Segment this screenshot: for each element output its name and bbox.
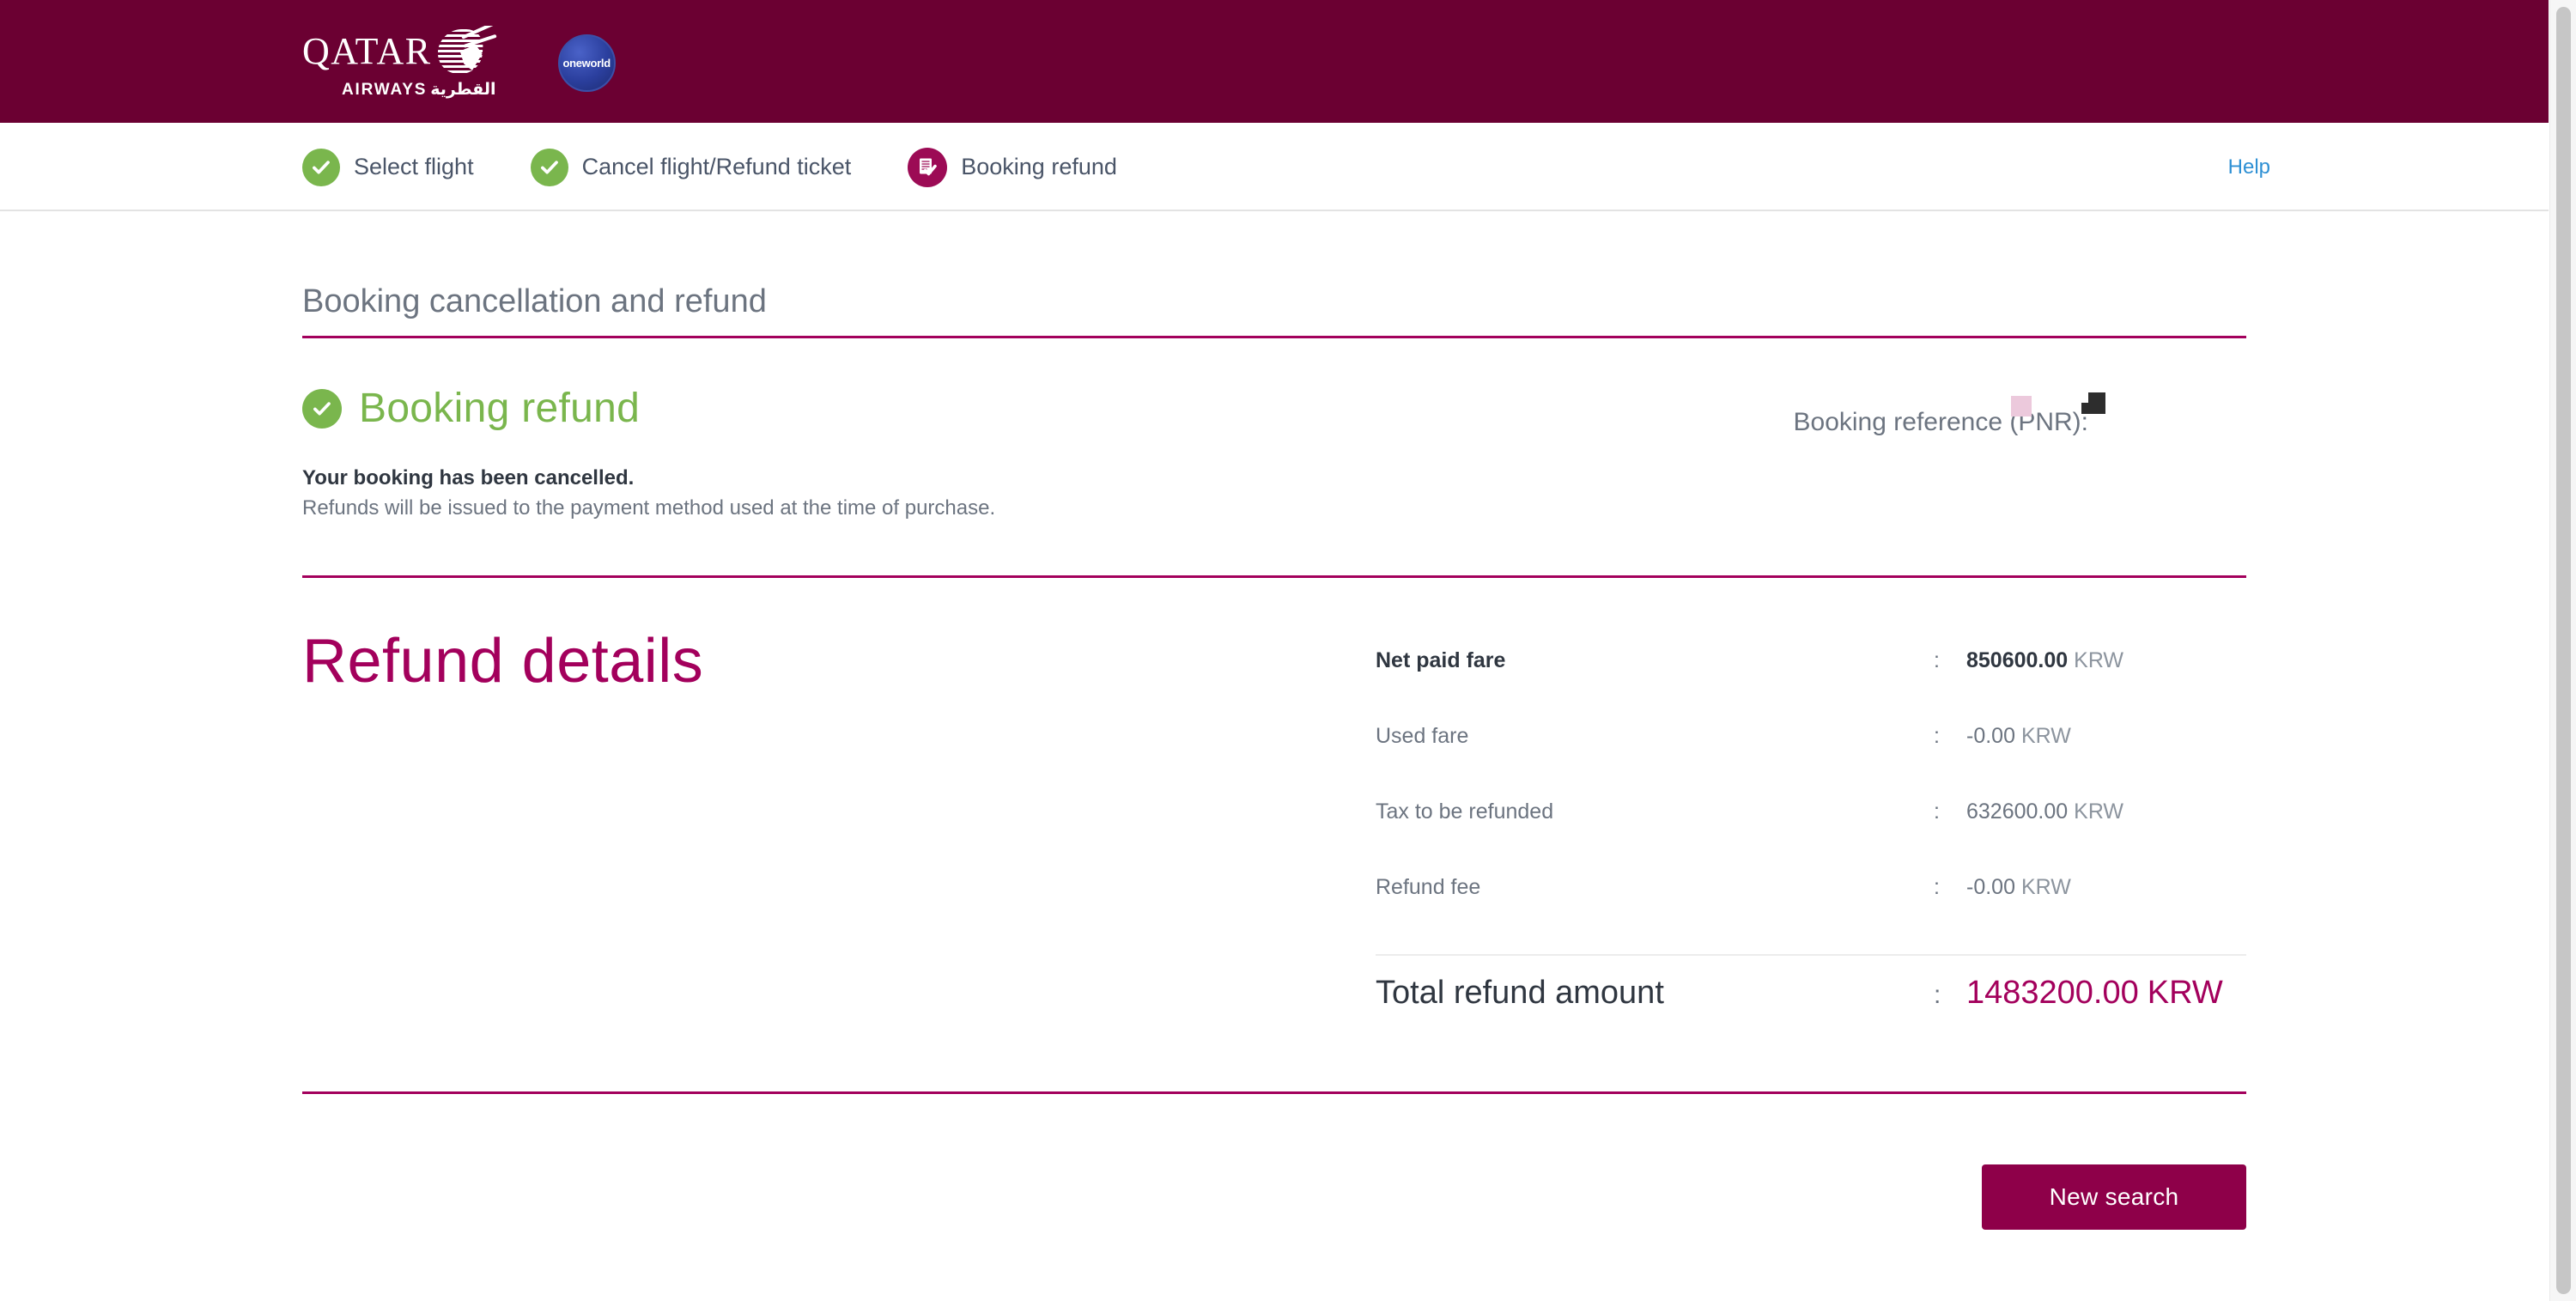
total-refund-separator: : bbox=[1934, 981, 1941, 1009]
table-row: Net paid fare : 850600.00 KRW bbox=[1376, 648, 2246, 724]
fare-row-value: 850600.00 KRW bbox=[1966, 648, 2123, 673]
refund-status-heading: Booking refund bbox=[302, 385, 995, 432]
fare-row-value: 632600.00 KRW bbox=[1966, 799, 2123, 824]
fare-row-separator: : bbox=[1934, 648, 1940, 672]
logo-wordmark: QATAR bbox=[302, 30, 432, 72]
step-select-flight[interactable]: Select flight bbox=[302, 148, 474, 186]
refund-breakdown-table: Net paid fare : 850600.00 KRW Used fare … bbox=[1376, 648, 2246, 1038]
step-booking-refund[interactable]: Booking refund bbox=[908, 147, 1117, 187]
fare-row-currency: KRW bbox=[2020, 724, 2071, 748]
refund-details-title: Refund details bbox=[302, 627, 704, 696]
fare-row-amount: -0.00 bbox=[1966, 875, 2015, 899]
refund-method-note: Refunds will be issued to the payment me… bbox=[302, 496, 996, 520]
scrollbar-thumb[interactable] bbox=[2556, 7, 2571, 1294]
table-row: Used fare : -0.00 KRW bbox=[1376, 724, 2246, 799]
main-content: Booking cancellation and refund Booking … bbox=[0, 283, 2549, 1230]
refund-details-section: Refund details Net paid fare : 850600.00… bbox=[302, 629, 2246, 1038]
booking-reference-label: Booking reference (PNR): bbox=[1793, 408, 2088, 436]
booking-reference-redaction bbox=[2081, 392, 2105, 414]
oneworld-label: oneworld bbox=[562, 56, 611, 70]
fare-row-label: Tax to be refunded bbox=[1376, 799, 1554, 824]
status-section-divider bbox=[302, 575, 2246, 578]
total-refund-amount: 1483200.00 bbox=[1966, 975, 2139, 1011]
fare-row-amount: -0.00 bbox=[1966, 724, 2015, 748]
progress-steps-list: Select flight Cancel flight/Refund ticke… bbox=[302, 123, 1174, 211]
table-row: Tax to be refunded : 632600.00 KRW bbox=[1376, 799, 2246, 875]
total-refund-currency: KRW bbox=[2147, 975, 2223, 1011]
step-label: Cancel flight/Refund ticket bbox=[581, 154, 852, 179]
fare-row-currency: KRW bbox=[2020, 875, 2071, 899]
page-title: Booking cancellation and refund bbox=[302, 283, 767, 319]
logo-group: QATAR AIRWAYS القطرية oneworld bbox=[302, 26, 616, 100]
new-search-button[interactable]: New search bbox=[1982, 1164, 2246, 1230]
title-divider bbox=[302, 336, 2246, 338]
bottom-divider bbox=[302, 1091, 2246, 1094]
logo-subtext: AIRWAYS bbox=[342, 81, 428, 99]
cancellation-confirmation-text: Your booking has been cancelled. bbox=[302, 466, 635, 489]
fare-row-separator: : bbox=[1934, 724, 1940, 748]
fare-row-separator: : bbox=[1934, 875, 1940, 899]
pink-square-artifact bbox=[2010, 396, 2032, 416]
fare-row-label: Net paid fare bbox=[1376, 648, 1506, 672]
fare-row-label: Refund fee bbox=[1376, 875, 1481, 899]
refund-status-block: Booking refund Your booking has been can… bbox=[302, 385, 995, 520]
logo-subtext-row: AIRWAYS القطرية bbox=[342, 80, 496, 100]
total-refund-value: 1483200.00 KRW bbox=[1966, 975, 2223, 1012]
fare-row-amount: 850600.00 bbox=[1966, 648, 2069, 672]
check-circle-icon bbox=[302, 388, 342, 429]
oryx-icon bbox=[437, 26, 501, 77]
oneworld-logo[interactable]: oneworld bbox=[557, 33, 616, 92]
check-circle-icon bbox=[530, 148, 568, 186]
footer-actions: New search bbox=[302, 1164, 2246, 1230]
fare-row-separator: : bbox=[1934, 799, 1940, 824]
fare-row-currency: KRW bbox=[2074, 648, 2124, 672]
total-refund-label: Total refund amount bbox=[1376, 975, 1664, 1011]
refund-status-row: Booking refund Your booking has been can… bbox=[302, 385, 2246, 520]
logo-wordmark-row: QATAR bbox=[302, 26, 501, 77]
document-check-icon bbox=[908, 147, 948, 187]
brand-header: QATAR AIRWAYS القطرية oneworld bbox=[0, 0, 2549, 123]
check-circle-icon bbox=[302, 148, 340, 186]
qatar-airways-logo[interactable]: QATAR AIRWAYS القطرية bbox=[302, 26, 501, 100]
refund-status-title: Booking refund bbox=[359, 386, 641, 431]
step-label: Select flight bbox=[354, 154, 474, 179]
page-scrollbar[interactable] bbox=[2549, 0, 2576, 1301]
refund-status-message: Your booking has been cancelled. Refunds… bbox=[302, 466, 995, 520]
fare-row-value: -0.00 KRW bbox=[1966, 724, 2071, 749]
browser-viewport: QATAR AIRWAYS القطرية oneworld Select fl… bbox=[0, 0, 2549, 1301]
step-label: Booking refund bbox=[961, 154, 1117, 179]
help-link[interactable]: Help bbox=[2228, 123, 2270, 211]
table-row: Refund fee : -0.00 KRW bbox=[1376, 875, 2246, 951]
total-refund-row: Total refund amount : 1483200.00 KRW bbox=[1376, 956, 2246, 1038]
fare-row-value: -0.00 KRW bbox=[1966, 875, 2071, 900]
fare-row-currency: KRW bbox=[2074, 799, 2124, 824]
step-cancel-flight-refund-ticket[interactable]: Cancel flight/Refund ticket bbox=[530, 148, 852, 186]
progress-steps-bar: Select flight Cancel flight/Refund ticke… bbox=[0, 123, 2549, 211]
fare-row-amount: 632600.00 bbox=[1966, 799, 2069, 824]
booking-reference-block: Booking reference (PNR): bbox=[1793, 392, 2105, 437]
fare-row-label: Used fare bbox=[1376, 724, 1469, 748]
logo-subtext-arabic: القطرية bbox=[430, 80, 496, 99]
page-root: QATAR AIRWAYS القطرية oneworld Select fl… bbox=[0, 0, 2576, 1301]
